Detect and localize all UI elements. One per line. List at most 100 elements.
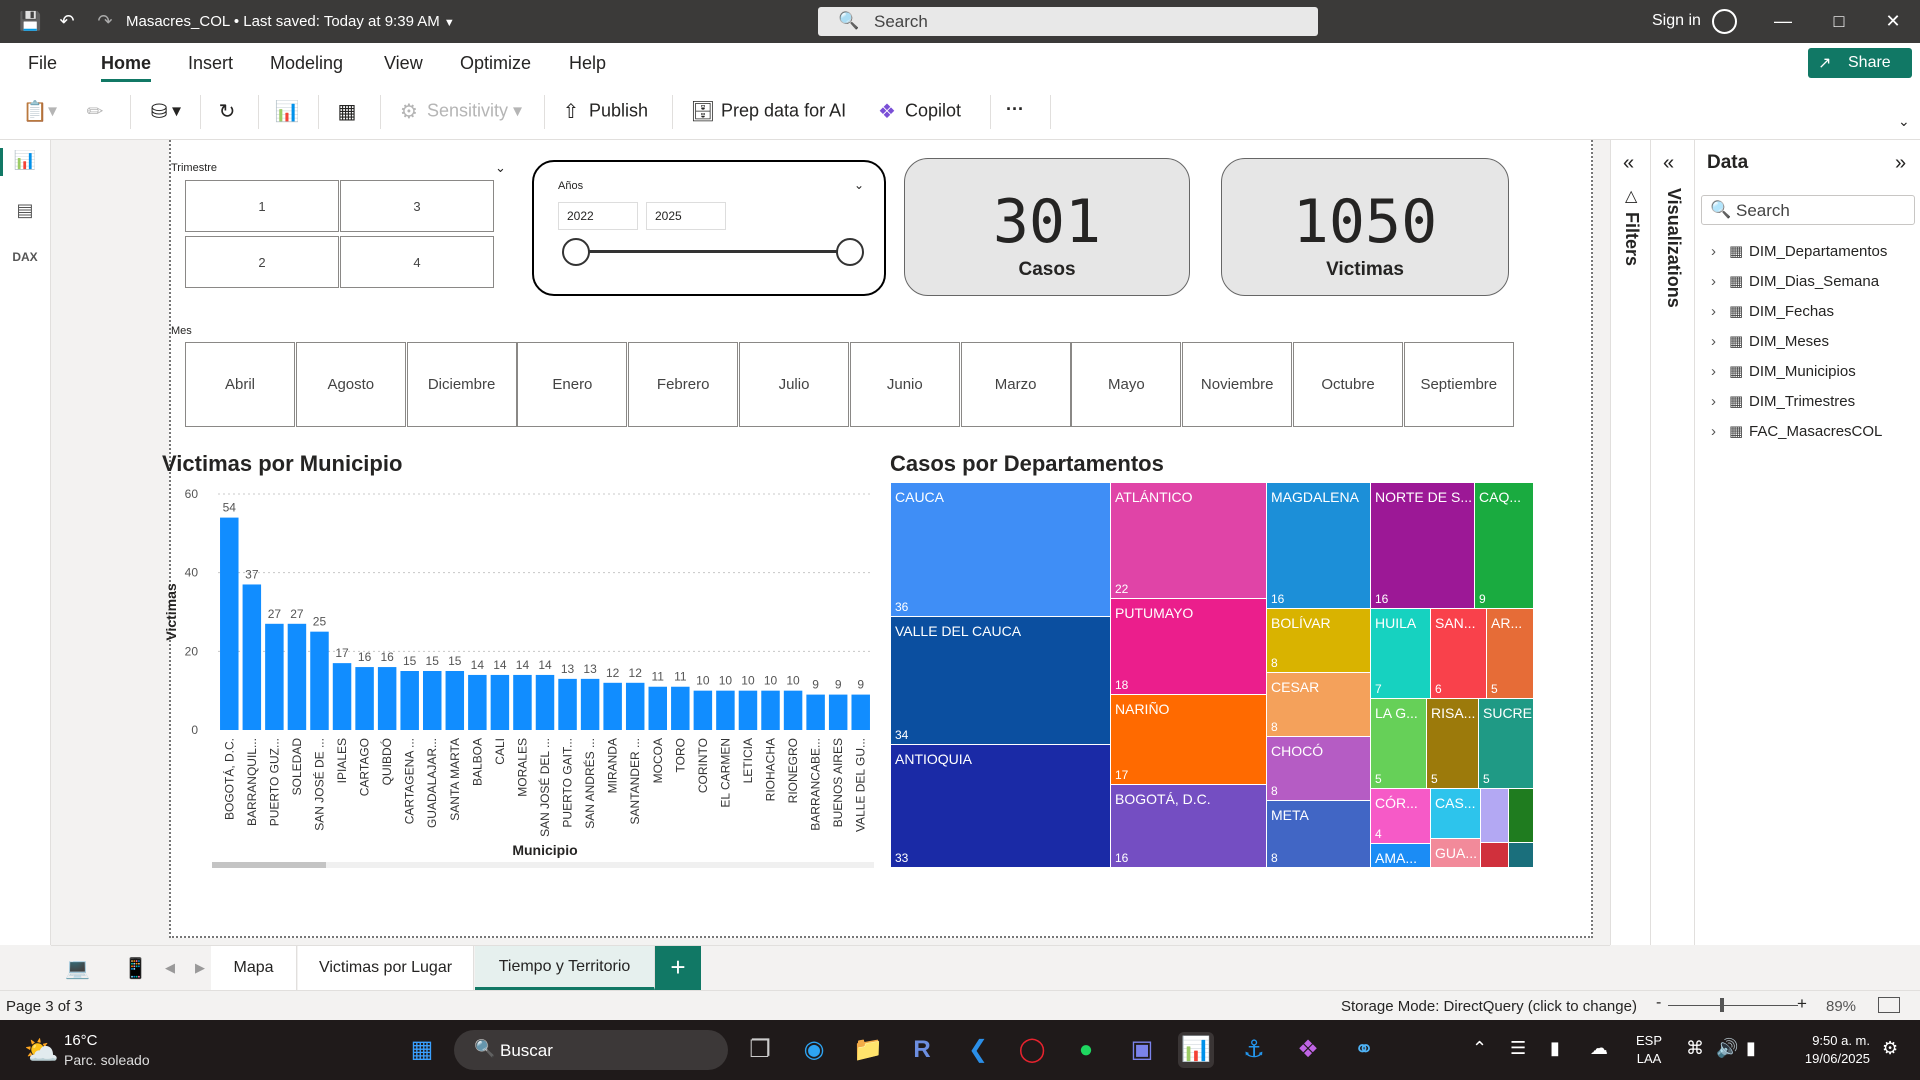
minimize-button[interactable]: — <box>1768 8 1798 34</box>
publish-button[interactable]: ⇧ Publish <box>558 99 648 125</box>
redo-icon[interactable]: ↷ <box>94 10 116 32</box>
year-to-input[interactable]: 2025 <box>646 202 726 230</box>
treemap-tile[interactable]: CAQ... 9 <box>1475 483 1534 609</box>
battery-icon[interactable]: ▮ <box>1746 1038 1756 1059</box>
refresh-button[interactable]: ↻ <box>214 99 240 125</box>
bar[interactable] <box>648 686 668 730</box>
bar[interactable] <box>513 674 532 730</box>
docker-icon[interactable]: ⚓ <box>1236 1032 1272 1068</box>
bar[interactable] <box>580 678 600 730</box>
file-explorer-icon[interactable]: 📁 <box>850 1032 886 1068</box>
edge-icon[interactable]: ◉ <box>796 1032 832 1068</box>
data-table-item[interactable]: › ▦ DIM_Departamentos <box>1711 242 1887 260</box>
data-table-item[interactable]: › ▦ DIM_Fechas <box>1711 302 1834 320</box>
mes-tile[interactable]: Enero <box>517 342 628 427</box>
calculator-button[interactable]: ▦ <box>334 99 360 125</box>
mes-tile[interactable]: Noviembre <box>1182 342 1293 427</box>
trimestre-chevron-down-icon[interactable]: ⌄ <box>495 160 506 176</box>
document-title[interactable]: Masacres_COL • Last saved: Today at 9:39… <box>126 13 455 30</box>
share-button[interactable]: ↗ Share <box>1808 48 1912 78</box>
treemap-tile[interactable]: ANTIOQUIA 33 <box>891 745 1111 868</box>
collapse-data-icon[interactable]: » <box>1895 152 1906 175</box>
mes-tile[interactable]: Agosto <box>295 342 406 427</box>
copilot-taskbar-icon[interactable]: ❖ <box>1290 1032 1326 1068</box>
data-table-item[interactable]: › ▦ DIM_Dias_Semana <box>1711 272 1879 290</box>
bar[interactable] <box>535 674 555 730</box>
mes-tile[interactable]: Febrero <box>628 342 739 427</box>
opera-icon[interactable]: ◯ <box>1014 1032 1050 1068</box>
sign-in-link[interactable]: Sign in <box>1652 12 1701 30</box>
language-indicator[interactable]: ESP LAA <box>1636 1032 1662 1068</box>
data-table-item[interactable]: › ▦ DIM_Trimestres <box>1711 392 1855 410</box>
treemap-tile[interactable]: AR... 5 <box>1487 609 1534 699</box>
bar[interactable] <box>490 674 510 730</box>
data-search-input[interactable]: 🔍 Search <box>1701 195 1915 225</box>
powerbi-icon[interactable]: 📊 <box>1178 1032 1214 1068</box>
year-slider-end-handle[interactable] <box>836 238 864 266</box>
search-input[interactable]: 🔍 Search <box>818 7 1318 36</box>
expand-chevron-icon[interactable]: › <box>1711 393 1729 410</box>
tab-tiempo-y-territorio[interactable]: Tiempo y Territorio <box>475 946 655 990</box>
start-icon[interactable]: ▦ <box>404 1032 440 1068</box>
bar[interactable] <box>761 690 780 730</box>
remote-desktop-icon[interactable]: ⚭ <box>1346 1032 1382 1068</box>
casos-por-departamentos-treemap[interactable]: CAUCA 36 VALLE DEL CAUCA 34 ANTIOQUIA 33 ATLÁN… <box>891 483 1534 868</box>
treemap-tile[interactable]: NORTE DE S... 16 <box>1371 483 1475 609</box>
bar[interactable] <box>265 623 284 730</box>
copilot-button[interactable]: ❖ Copilot <box>874 99 961 125</box>
year-slider-track[interactable] <box>576 250 850 253</box>
bar[interactable] <box>851 694 870 730</box>
bar[interactable] <box>310 631 329 730</box>
mes-tile[interactable]: Julio <box>739 342 849 427</box>
maximize-button[interactable]: □ <box>1824 8 1854 34</box>
menu-insert[interactable]: Insert <box>188 53 233 74</box>
prev-page-icon[interactable]: ◀ <box>165 960 175 976</box>
vscode-icon[interactable]: ❮ <box>960 1032 996 1068</box>
notifications-icon[interactable]: ⚙ <box>1882 1038 1898 1059</box>
visualizations-label[interactable]: Visualizations <box>1663 188 1684 308</box>
bar[interactable] <box>422 671 442 730</box>
bar[interactable] <box>671 686 690 730</box>
menu-help[interactable]: Help <box>569 53 606 74</box>
mes-tile[interactable]: Septiembre <box>1403 342 1514 427</box>
new-visual-button[interactable]: 📊 <box>274 99 300 125</box>
expand-chevron-icon[interactable]: › <box>1711 273 1729 290</box>
next-page-icon[interactable]: ▶ <box>195 960 205 976</box>
collapse-visualizations-icon[interactable]: « <box>1663 152 1674 175</box>
treemap-tile[interactable]: CAUCA 36 <box>891 483 1111 617</box>
undo-icon[interactable]: ↶ <box>56 10 78 32</box>
mes-tile[interactable]: Junio <box>849 342 960 427</box>
treemap-tile[interactable]: BOLÍVAR 8 <box>1267 609 1371 673</box>
treemap-tile[interactable]: META 8 <box>1267 801 1371 868</box>
trimestre-tile[interactable]: 3 <box>340 180 494 232</box>
bar[interactable] <box>355 667 374 730</box>
bar[interactable] <box>738 690 758 730</box>
bar[interactable] <box>287 623 307 730</box>
mes-tile[interactable]: Diciembre <box>406 342 517 427</box>
add-page-button[interactable]: + <box>655 946 701 990</box>
menu-optimize[interactable]: Optimize <box>460 53 531 74</box>
treemap-tile[interactable]: HUILA 7 <box>1371 609 1431 699</box>
treemap-tile[interactable]: PUTUMAYO 18 <box>1111 599 1267 695</box>
trimestre-tile[interactable]: 1 <box>185 180 339 232</box>
bar[interactable] <box>400 671 419 730</box>
bar[interactable] <box>828 694 848 730</box>
bar[interactable] <box>558 678 577 730</box>
volume-icon[interactable]: 🔊 <box>1716 1038 1738 1059</box>
dax-query-view-icon[interactable]: DAX <box>12 250 38 276</box>
expand-chevron-icon[interactable]: › <box>1711 333 1729 350</box>
fit-to-page-icon[interactable] <box>1878 997 1900 1013</box>
close-button[interactable]: ✕ <box>1878 8 1908 34</box>
treemap-tile[interactable] <box>1509 789 1534 843</box>
save-icon[interactable]: 💾 <box>19 10 41 32</box>
bar[interactable] <box>220 517 239 730</box>
treemap-tile[interactable] <box>1509 843 1534 868</box>
tab-victimas-por-lugar[interactable]: Victimas por Lugar <box>298 946 474 990</box>
audio-meter-icon[interactable]: ▮ <box>1550 1038 1560 1059</box>
data-table-item[interactable]: › ▦ DIM_Municipios <box>1711 362 1856 380</box>
treemap-tile[interactable]: RISA... 5 <box>1427 699 1479 789</box>
bar[interactable] <box>242 584 262 730</box>
zoom-slider[interactable] <box>1668 1005 1798 1006</box>
show-hidden-icons-chevron-icon[interactable]: ⌃ <box>1472 1038 1487 1059</box>
expand-chevron-icon[interactable]: › <box>1711 303 1729 320</box>
